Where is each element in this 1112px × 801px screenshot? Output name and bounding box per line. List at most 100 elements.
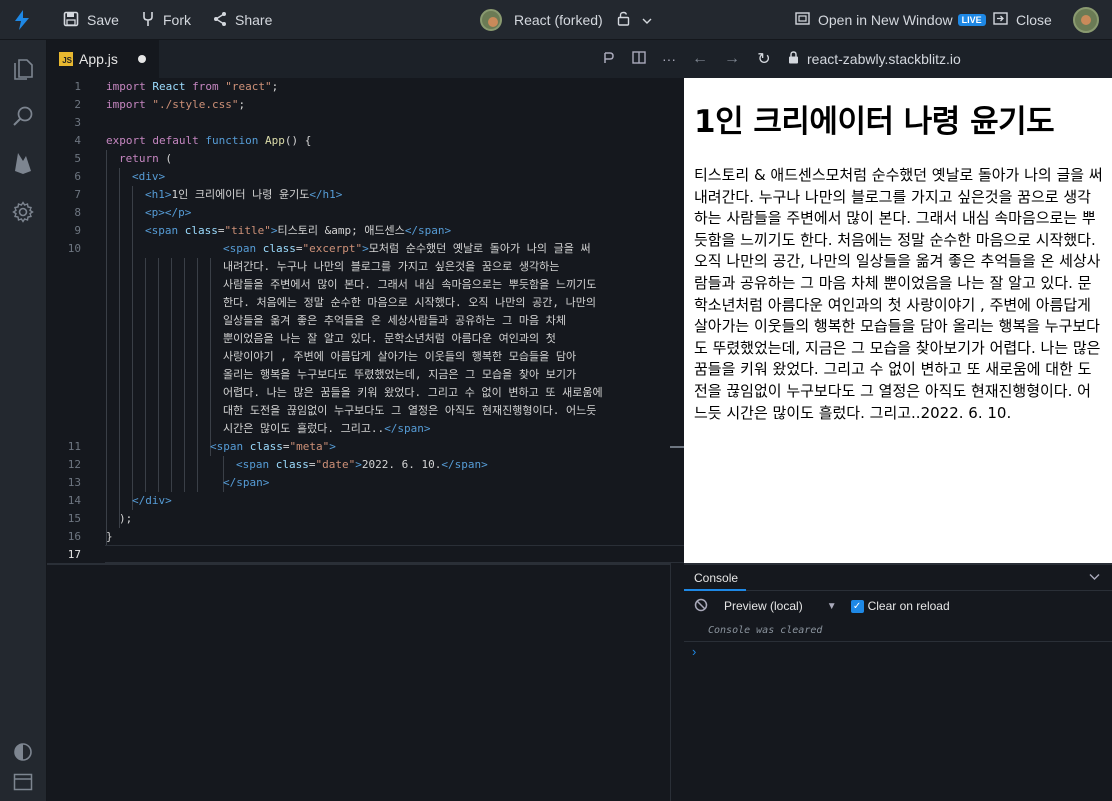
line-number: 12 [67, 458, 81, 471]
clear-console-icon[interactable] [694, 598, 708, 615]
code-token: ; [271, 80, 279, 93]
dropdown-triangle-icon[interactable]: ▼ [827, 601, 837, 612]
code-line: 사람들을 주변에서 많이 본다. 그래서 내심 속마음으로는 뿌듯함을 느끼기도 [47, 276, 684, 294]
code-token: return [119, 152, 159, 165]
line-number: 5 [74, 152, 81, 165]
project-title-text: React (forked) [514, 12, 603, 28]
pane-divider[interactable] [670, 563, 684, 801]
reload-icon[interactable]: ↻ [748, 49, 780, 69]
js-file-icon: JS [59, 52, 73, 66]
firebase-icon[interactable] [11, 151, 35, 175]
chevron-down-icon[interactable] [642, 12, 660, 28]
context-select[interactable]: Preview (local) [724, 599, 803, 613]
save-icon [63, 11, 87, 30]
code-token: function [205, 134, 259, 147]
settings-gear-icon[interactable] [11, 200, 35, 224]
theme-toggle-icon[interactable] [11, 740, 35, 764]
line-number: 8 [74, 206, 81, 219]
preview-paragraph: 티스토리 & 애드센스모처럼 순수했던 옛날로 돌아가 나의 글을 써 내려간다… [694, 166, 1103, 422]
split-editor-icon[interactable] [624, 51, 654, 67]
code-line: 시간은 많이도 흘렀다. 그리고..</span> [47, 420, 684, 438]
code-token: React [152, 80, 186, 93]
forward-arrow-icon[interactable]: → [716, 50, 748, 68]
close-button[interactable]: Close [993, 0, 1052, 40]
code-token: 뿐이었음을 나는 잘 알고 있다. 문학소년처럼 아름다운 여인과의 첫 [223, 332, 556, 345]
fork-button[interactable]: Fork [141, 0, 191, 40]
fork-label: Fork [163, 12, 191, 28]
back-arrow-icon[interactable]: ← [684, 50, 716, 68]
code-token: "react" [225, 80, 272, 93]
activity-sidebar [0, 40, 47, 801]
tab-app-js[interactable]: JS App.js [47, 40, 159, 78]
close-label: Close [1016, 12, 1052, 28]
code-area[interactable]: 1 import React from "react"; 2 import "./s… [47, 78, 684, 563]
code-editor: JS App.js ··· 1 import React from "react"… [47, 40, 684, 563]
code-token: > [362, 242, 369, 255]
chevron-down-icon[interactable] [1089, 569, 1100, 584]
console-toolbar: Preview (local) ▼ ✓ Clear on reload [684, 591, 1112, 621]
tab-label: App.js [79, 51, 118, 67]
code-line: 어렵다. 나는 많은 꿈들을 키워 왔었다. 그리고 수 없이 변하고 또 새로… [47, 384, 684, 402]
clear-on-reload-label[interactable]: Clear on reload [868, 599, 950, 613]
prettier-icon[interactable] [594, 51, 624, 67]
url-text[interactable]: react-zabwly.stackblitz.io [807, 51, 961, 67]
line-number: 6 [74, 170, 81, 183]
code-token: 모처럼 순수했던 옛날로 돌아가 나의 글을 써 [368, 242, 591, 255]
line-number: 16 [67, 530, 81, 543]
code-token: } [106, 530, 113, 543]
code-line: 9 <span class="title">티스토리 &amp; 애드센스</sp… [47, 222, 684, 240]
code-line: 17 [47, 546, 684, 564]
preview-heading: 1인 크리에이터 나령 윤기도 [694, 104, 1055, 140]
search-icon[interactable] [11, 104, 35, 128]
code-line: 10 <span class="excerpt">모처럼 순수했던 옛날로 돌아가… [47, 240, 684, 258]
url-bar: ← → ↻ react-zabwly.stackblitz.io [684, 40, 1112, 78]
user-avatar [1073, 7, 1099, 33]
code-token: </span> [384, 422, 431, 435]
code-line: 6 <div> [47, 168, 684, 186]
code-token: 티스토리 &amp; 애드센스 [277, 224, 405, 237]
console-prompt[interactable]: › [692, 644, 696, 659]
lock-icon[interactable] [617, 11, 638, 29]
code-token: "title" [224, 224, 271, 237]
save-button[interactable]: Save [63, 0, 119, 40]
code-line: 내려간다. 누구나 나만의 블로그를 가지고 싶은것을 꿈으로 생각하는 [47, 258, 684, 276]
line-number: 11 [67, 440, 81, 453]
files-icon[interactable] [11, 56, 35, 80]
live-badge: LIVE [957, 14, 986, 26]
fork-icon [141, 11, 163, 30]
console-panel: Console Preview (local) ▼ ✓ Clear on rel… [684, 563, 1112, 801]
layout-icon[interactable] [11, 770, 35, 794]
editor-actions: ··· [594, 40, 684, 78]
code-token: ); [119, 512, 133, 525]
code-token: 1인 크리에이터 나령 윤기도 [171, 188, 310, 201]
line-number: 17 [67, 548, 81, 561]
code-token: 시간은 많이도 흘렀다. 그리고.. [223, 422, 385, 435]
code-token: <h1> [145, 188, 172, 201]
console-divider [684, 641, 1112, 642]
code-token: </span> [441, 458, 488, 471]
clear-on-reload-checkbox[interactable]: ✓ [850, 599, 864, 613]
project-avatar [480, 9, 502, 31]
code-token: 내려간다. 누구나 나만의 블로그를 가지고 싶은것을 꿈으로 생각하는 [223, 260, 560, 273]
code-token: 올리는 행복을 누구보다도 뚜렸했었는데, 지금은 그 모습을 찾아 보기가 [223, 368, 577, 381]
unsaved-dot-icon[interactable] [138, 55, 146, 63]
code-token: = [282, 440, 290, 453]
line-number: 7 [74, 188, 81, 201]
preview-content: 1인 크리에이터 나령 윤기도 티스토리 & 애드센스모처럼 순수했던 옛날로 … [694, 78, 1104, 424]
open-window-icon [795, 11, 818, 29]
code-token: class [275, 458, 309, 471]
code-token: class [184, 224, 218, 237]
user-avatar-button[interactable] [1073, 0, 1099, 40]
code-line: 12 <span class="date">2022. 6. 10.</span> [47, 456, 684, 474]
code-token: = [217, 224, 225, 237]
open-new-window-button[interactable]: Open in New Window LIVE [795, 0, 986, 40]
lock-icon [788, 51, 799, 67]
stackblitz-logo-icon[interactable] [14, 0, 38, 40]
tab-console[interactable]: Console [684, 565, 746, 591]
code-token: <span [236, 458, 270, 471]
more-options-icon[interactable]: ··· [654, 51, 684, 67]
code-token: class [249, 440, 283, 453]
share-button[interactable]: Share [213, 0, 272, 40]
resize-handle[interactable] [670, 446, 684, 448]
project-title[interactable]: React (forked) [480, 0, 660, 40]
